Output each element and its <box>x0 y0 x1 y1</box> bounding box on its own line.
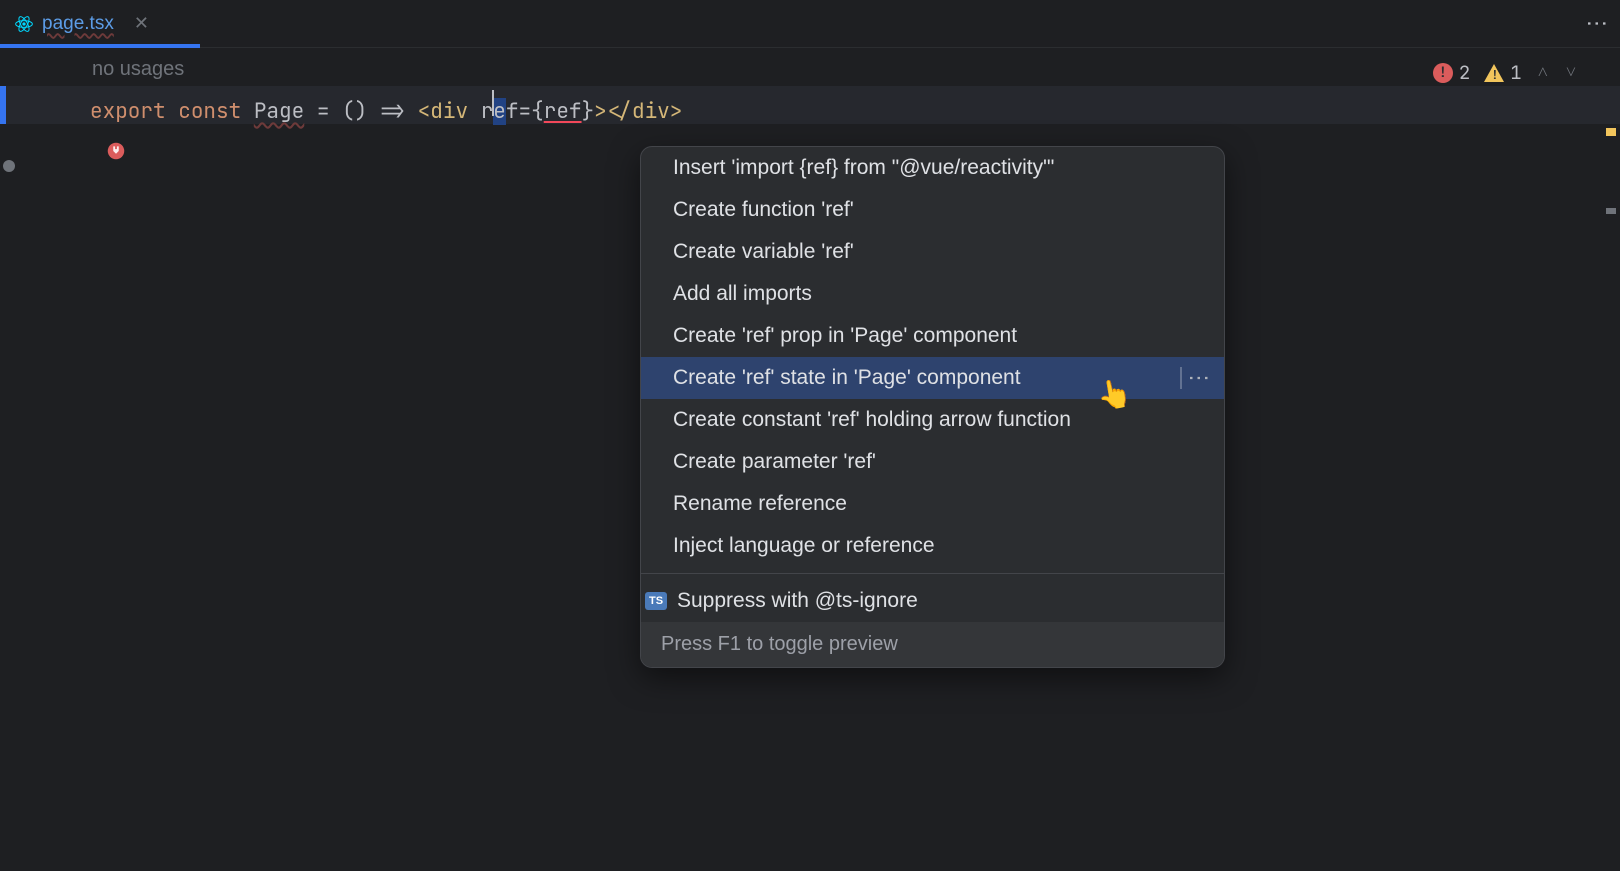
problems-widget[interactable]: ! 2 1 ˄ ˅ <box>1433 59 1578 86</box>
warning-count: 1 <box>1510 60 1521 85</box>
quick-fix-item[interactable]: Create parameter 'ref' <box>641 441 1224 483</box>
code-line-1: export const Page = () => <div ref={ref}… <box>90 92 682 125</box>
react-file-icon <box>14 14 34 34</box>
breakpoint-dot[interactable] <box>3 160 15 172</box>
quick-fix-item-selected[interactable]: Create 'ref' state in 'Page' component ⋮ <box>641 357 1224 399</box>
token-keyword: export <box>90 98 166 125</box>
quick-fix-item[interactable]: Create function 'ref' <box>641 189 1224 231</box>
token-parens: () <box>342 98 367 125</box>
warning-icon <box>1484 64 1504 82</box>
scrollbar-error-marker[interactable] <box>1606 128 1616 136</box>
token-open-angle: < <box>418 98 431 125</box>
tab-close-icon[interactable]: ✕ <box>128 11 155 36</box>
tab-filename: page.tsx <box>42 13 114 35</box>
current-line-marker <box>0 86 6 124</box>
token-ref-error: ref <box>544 98 582 125</box>
prev-problem-icon[interactable]: ˄ <box>1536 59 1550 86</box>
popup-footer-hint: Press F1 to toggle preview <box>641 622 1224 667</box>
popup-separator <box>641 573 1224 574</box>
error-badge[interactable]: ! 2 <box>1433 60 1470 85</box>
tab-bar: page.tsx ✕ ⋮ <box>0 0 1620 48</box>
warning-badge[interactable]: 1 <box>1484 60 1521 85</box>
token-keyword: const <box>178 98 241 125</box>
caret <box>492 90 494 116</box>
tab-page-tsx[interactable]: page.tsx ✕ <box>0 0 169 47</box>
token-arrow: => <box>367 98 417 125</box>
quick-fix-item[interactable]: Inject language or reference <box>641 525 1224 567</box>
scrollbar-marker[interactable] <box>1606 208 1616 214</box>
token-identifier: Page <box>254 98 304 125</box>
next-problem-icon[interactable]: ˅ <box>1564 59 1578 86</box>
quick-fix-item[interactable]: Create constant 'ref' holding arrow func… <box>641 399 1224 441</box>
quick-fix-item[interactable]: Create variable 'ref' <box>641 231 1224 273</box>
item-more-icon[interactable]: ⋮ <box>1180 367 1212 389</box>
token-tag: div <box>430 98 468 125</box>
quick-fix-popup: Insert 'import {ref} from "@vue/reactivi… <box>640 146 1225 668</box>
quick-fix-item[interactable]: Insert 'import {ref} from "@vue/reactivi… <box>641 147 1224 189</box>
tab-overflow-menu-icon[interactable]: ⋮ <box>1584 12 1610 35</box>
token-operator: = <box>304 98 342 125</box>
quick-fix-suppress[interactable]: TS Suppress with @ts-ignore <box>641 580 1224 622</box>
error-icon: ! <box>1433 63 1453 83</box>
error-count: 2 <box>1459 60 1470 85</box>
quick-fix-item[interactable]: Create 'ref' prop in 'Page' component <box>641 315 1224 357</box>
token-attr-selected: e <box>493 98 506 125</box>
typescript-icon: TS <box>645 592 667 610</box>
quick-fix-item[interactable]: Rename reference <box>641 483 1224 525</box>
quick-fix-item[interactable]: Add all imports <box>641 273 1224 315</box>
gutter <box>0 48 90 871</box>
